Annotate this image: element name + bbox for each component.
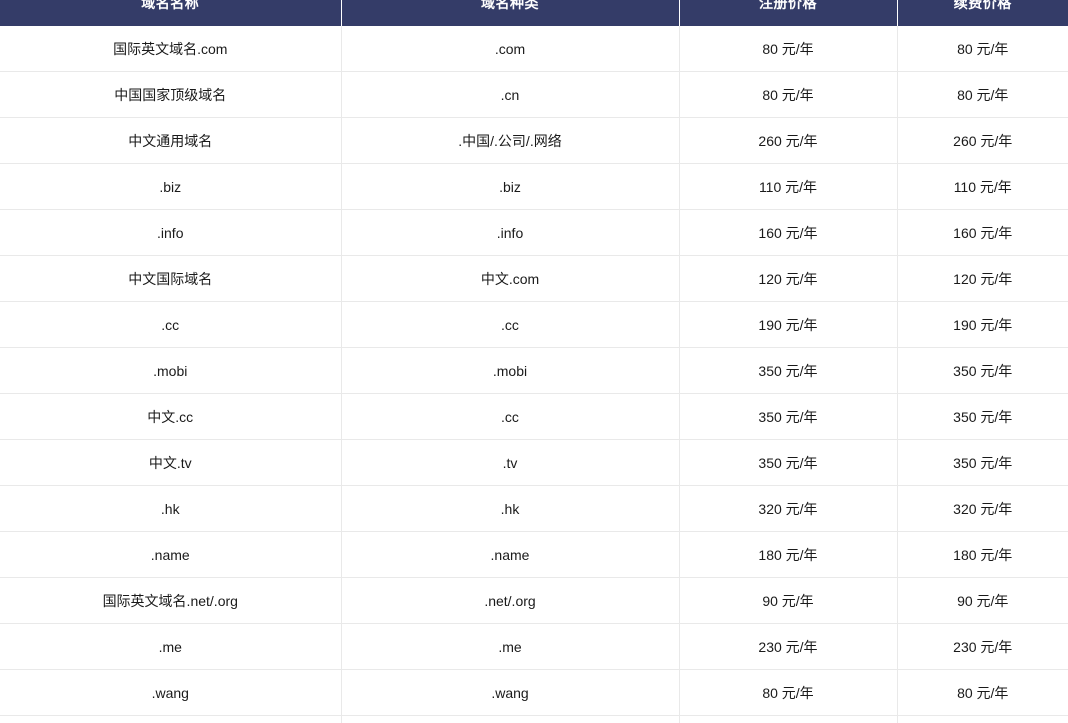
table-row[interactable]: .name .name 180 元/年 180 元/年 (0, 531, 1068, 578)
cell-renew: 260 元/年 (897, 117, 1068, 164)
table-viewport: 域名名称 域名种类 注册价格 续费价格 国际英文域名.com .com 80 元/年… (0, 0, 1068, 723)
table-row[interactable]: 中文.tv .tv 350 元/年 350 元/年 (0, 439, 1068, 486)
cell-reg: 350 元/年 (679, 393, 898, 440)
cell-reg: 80 元/年 (679, 71, 898, 118)
column-header-domain-name[interactable]: 域名名称 (0, 0, 342, 26)
column-header-registration-price[interactable]: 注册价格 (679, 0, 898, 26)
table-row[interactable] (0, 715, 1068, 723)
table-scroll-shift: 域名名称 域名种类 注册价格 续费价格 国际英文域名.com .com 80 元/年… (0, 0, 1068, 723)
cell-renew: 230 元/年 (897, 623, 1068, 670)
table-row[interactable]: .info .info 160 元/年 160 元/年 (0, 209, 1068, 256)
table-header: 域名名称 域名种类 注册价格 续费价格 (0, 0, 1068, 26)
table-row[interactable]: 中文国际域名 中文.com 120 元/年 120 元/年 (0, 255, 1068, 302)
table-row[interactable]: 中文.cc .cc 350 元/年 350 元/年 (0, 393, 1068, 440)
table-body: 国际英文域名.com .com 80 元/年 80 元/年 中国国家顶级域名 .cn 80 … (0, 26, 1068, 723)
cell-type: 中文.com (341, 255, 680, 302)
cell-renew: 190 元/年 (897, 301, 1068, 348)
cell-name: 国际英文域名.com (0, 26, 342, 72)
cell-reg: 160 元/年 (679, 209, 898, 256)
cell-renew: 90 元/年 (897, 577, 1068, 624)
cell-type: .com (341, 26, 680, 72)
cell-name: .mobi (0, 347, 342, 394)
cell-reg: 180 元/年 (679, 531, 898, 578)
cell-type: .tv (341, 439, 680, 486)
table-row[interactable]: .mobi .mobi 350 元/年 350 元/年 (0, 347, 1068, 394)
domain-price-table: 域名名称 域名种类 注册价格 续费价格 国际英文域名.com .com 80 元/年… (0, 0, 1068, 723)
table-row[interactable]: 国际英文域名.com .com 80 元/年 80 元/年 (0, 26, 1068, 72)
cell-reg: 320 元/年 (679, 485, 898, 532)
cell-reg: 120 元/年 (679, 255, 898, 302)
cell-name: 中文国际域名 (0, 255, 342, 302)
table-row[interactable]: .hk .hk 320 元/年 320 元/年 (0, 485, 1068, 532)
cell-type: .info (341, 209, 680, 256)
cell-reg: 260 元/年 (679, 117, 898, 164)
cell-name: 中文.tv (0, 439, 342, 486)
column-header-renewal-price[interactable]: 续费价格 (897, 0, 1068, 26)
cell-name: .hk (0, 485, 342, 532)
cell-name: .name (0, 531, 342, 578)
table-row[interactable]: .wang .wang 80 元/年 80 元/年 (0, 669, 1068, 716)
table-row[interactable]: .me .me 230 元/年 230 元/年 (0, 623, 1068, 670)
cell-name (0, 715, 342, 723)
table-row[interactable]: .biz .biz 110 元/年 110 元/年 (0, 163, 1068, 210)
cell-name: .wang (0, 669, 342, 716)
cell-type: .wang (341, 669, 680, 716)
cell-renew: 110 元/年 (897, 163, 1068, 210)
cell-name: .me (0, 623, 342, 670)
cell-reg: 80 元/年 (679, 669, 898, 716)
cell-renew: 120 元/年 (897, 255, 1068, 302)
cell-name: 中国国家顶级域名 (0, 71, 342, 118)
cell-reg: 90 元/年 (679, 577, 898, 624)
cell-renew: 350 元/年 (897, 347, 1068, 394)
cell-name: 国际英文域名.net/.org (0, 577, 342, 624)
cell-renew: 160 元/年 (897, 209, 1068, 256)
cell-type: .hk (341, 485, 680, 532)
cell-type: .cn (341, 71, 680, 118)
cell-reg: 350 元/年 (679, 347, 898, 394)
cell-renew: 350 元/年 (897, 393, 1068, 440)
cell-renew: 320 元/年 (897, 485, 1068, 532)
cell-type (341, 715, 680, 723)
cell-reg (679, 715, 898, 723)
cell-type: .mobi (341, 347, 680, 394)
cell-type: .cc (341, 301, 680, 348)
table-row[interactable]: 国际英文域名.net/.org .net/.org 90 元/年 90 元/年 (0, 577, 1068, 624)
cell-renew: 80 元/年 (897, 26, 1068, 72)
cell-type: .biz (341, 163, 680, 210)
table-row[interactable]: .cc .cc 190 元/年 190 元/年 (0, 301, 1068, 348)
cell-reg: 350 元/年 (679, 439, 898, 486)
table-row[interactable]: 中国国家顶级域名 .cn 80 元/年 80 元/年 (0, 71, 1068, 118)
cell-renew: 180 元/年 (897, 531, 1068, 578)
cell-type: .中国/.公司/.网络 (341, 117, 680, 164)
cell-type: .me (341, 623, 680, 670)
cell-name: .cc (0, 301, 342, 348)
cell-type: .net/.org (341, 577, 680, 624)
cell-renew: 80 元/年 (897, 71, 1068, 118)
cell-name: .info (0, 209, 342, 256)
cell-renew: 80 元/年 (897, 669, 1068, 716)
cell-reg: 190 元/年 (679, 301, 898, 348)
cell-reg: 230 元/年 (679, 623, 898, 670)
cell-reg: 80 元/年 (679, 26, 898, 72)
cell-name: 中文.cc (0, 393, 342, 440)
cell-name: .biz (0, 163, 342, 210)
cell-reg: 110 元/年 (679, 163, 898, 210)
cell-type: .name (341, 531, 680, 578)
cell-renew: 350 元/年 (897, 439, 1068, 486)
cell-name: 中文通用域名 (0, 117, 342, 164)
table-row[interactable]: 中文通用域名 .中国/.公司/.网络 260 元/年 260 元/年 (0, 117, 1068, 164)
table-header-row: 域名名称 域名种类 注册价格 续费价格 (0, 0, 1068, 26)
cell-renew (897, 715, 1068, 723)
column-header-domain-type[interactable]: 域名种类 (341, 0, 680, 26)
cell-type: .cc (341, 393, 680, 440)
